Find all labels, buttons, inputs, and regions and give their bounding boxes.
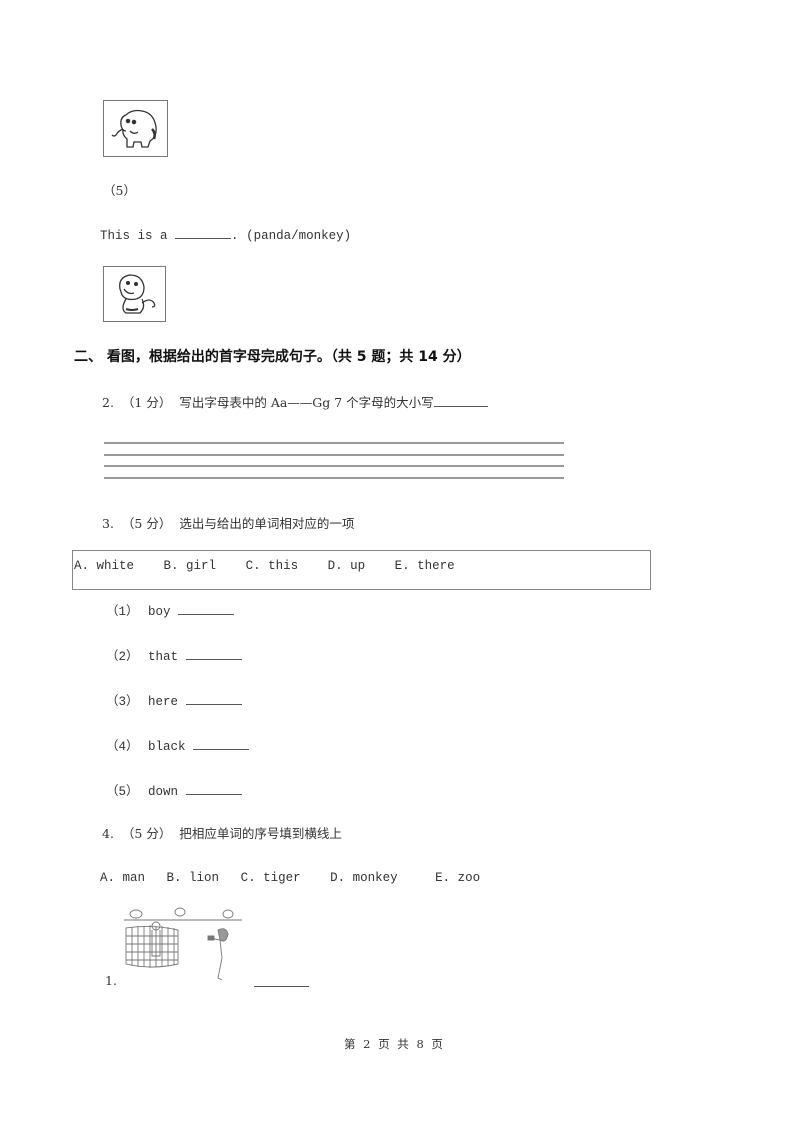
item-label: （5）	[106, 785, 139, 799]
q3-item-2: （2） that	[106, 645, 242, 664]
page-number: 第 2 页 共 8 页	[344, 1037, 445, 1051]
question-score: （5 分）	[121, 826, 172, 841]
answer-blank[interactable]	[193, 748, 250, 750]
section-heading: 二、 看图，根据给出的首字母完成句子。（共 5 题；共 14 分）	[74, 349, 471, 365]
question-prompt: 选出与给出的单词相对应的一项	[179, 516, 355, 531]
monkey-picture	[103, 266, 166, 322]
monkey-icon	[119, 274, 156, 314]
answer-blank[interactable]	[178, 613, 235, 615]
choice-c: C. this	[245, 559, 299, 573]
q3-item-3: （3） here	[106, 690, 242, 709]
answer-blank[interactable]	[175, 237, 232, 239]
writing-line[interactable]	[104, 454, 564, 456]
item-word: boy	[148, 605, 171, 619]
q3-item-4: （4） black	[106, 735, 250, 754]
zoo-scene-icon	[124, 907, 242, 981]
item-word: black	[148, 740, 186, 754]
choice-d: D. monkey	[330, 871, 398, 885]
item-label: （4）	[106, 740, 139, 754]
item-label: （3）	[106, 695, 139, 709]
item-word: down	[148, 785, 179, 799]
word-choices: A. white B. girl C. this D. up E. there	[74, 559, 455, 573]
choice-a: A. man	[100, 871, 146, 885]
q3-item-5: （5） down	[106, 780, 242, 799]
question-score: （5 分）	[121, 516, 172, 531]
item-word: here	[148, 695, 179, 709]
item-label: （2）	[106, 650, 139, 664]
writing-line[interactable]	[104, 477, 564, 479]
sentence-suffix: .	[231, 229, 239, 243]
elephant-picture	[103, 100, 168, 157]
item-5-sentence: This is a . (panda/monkey)	[100, 229, 351, 243]
answer-blank[interactable]	[185, 658, 242, 660]
question-score: （1 分）	[121, 395, 172, 410]
question-2: 2. （1 分） 写出字母表中的 Aa——Gg 7 个字母的大小写	[102, 392, 488, 411]
q3-item-1: （1） boy	[106, 600, 235, 619]
question-prompt: 把相应单词的序号填到横线上	[179, 826, 342, 841]
question-number: 2.	[102, 395, 114, 410]
choice-e: E. zoo	[435, 871, 481, 885]
choice-b: B. lion	[166, 871, 220, 885]
question-prompt: 写出字母表中的 Aa——Gg 7 个字母的大小写	[179, 395, 434, 410]
item-5-label: （5）	[103, 183, 136, 198]
sentence-prefix: This is a	[100, 229, 168, 243]
q4-item-1-label: 1.	[105, 973, 117, 988]
question-number: 4.	[102, 826, 114, 841]
choice-c: C. tiger	[240, 871, 301, 885]
answer-blank[interactable]	[254, 986, 309, 987]
question-4: 4. （5 分） 把相应单词的序号填到横线上	[102, 823, 342, 842]
choice-a: A. white	[74, 559, 135, 573]
writing-line[interactable]	[104, 442, 564, 444]
elephant-icon	[111, 109, 157, 148]
answer-blank[interactable]	[433, 405, 488, 407]
question-number: 3.	[102, 516, 114, 531]
item-label: （1）	[106, 605, 139, 619]
answer-blank[interactable]	[185, 703, 242, 705]
zoo-scene-picture	[122, 906, 247, 986]
choice-b: B. girl	[163, 559, 217, 573]
q4-word-choices: A. man B. lion C. tiger D. monkey E. zoo	[100, 871, 480, 885]
choice-d: D. up	[327, 559, 366, 573]
sentence-options: (panda/monkey)	[246, 229, 352, 243]
question-3: 3. （5 分） 选出与给出的单词相对应的一项	[102, 513, 354, 532]
item-word: that	[148, 650, 179, 664]
choice-e: E. there	[394, 559, 455, 573]
answer-blank[interactable]	[185, 793, 242, 795]
writing-line[interactable]	[104, 465, 564, 467]
